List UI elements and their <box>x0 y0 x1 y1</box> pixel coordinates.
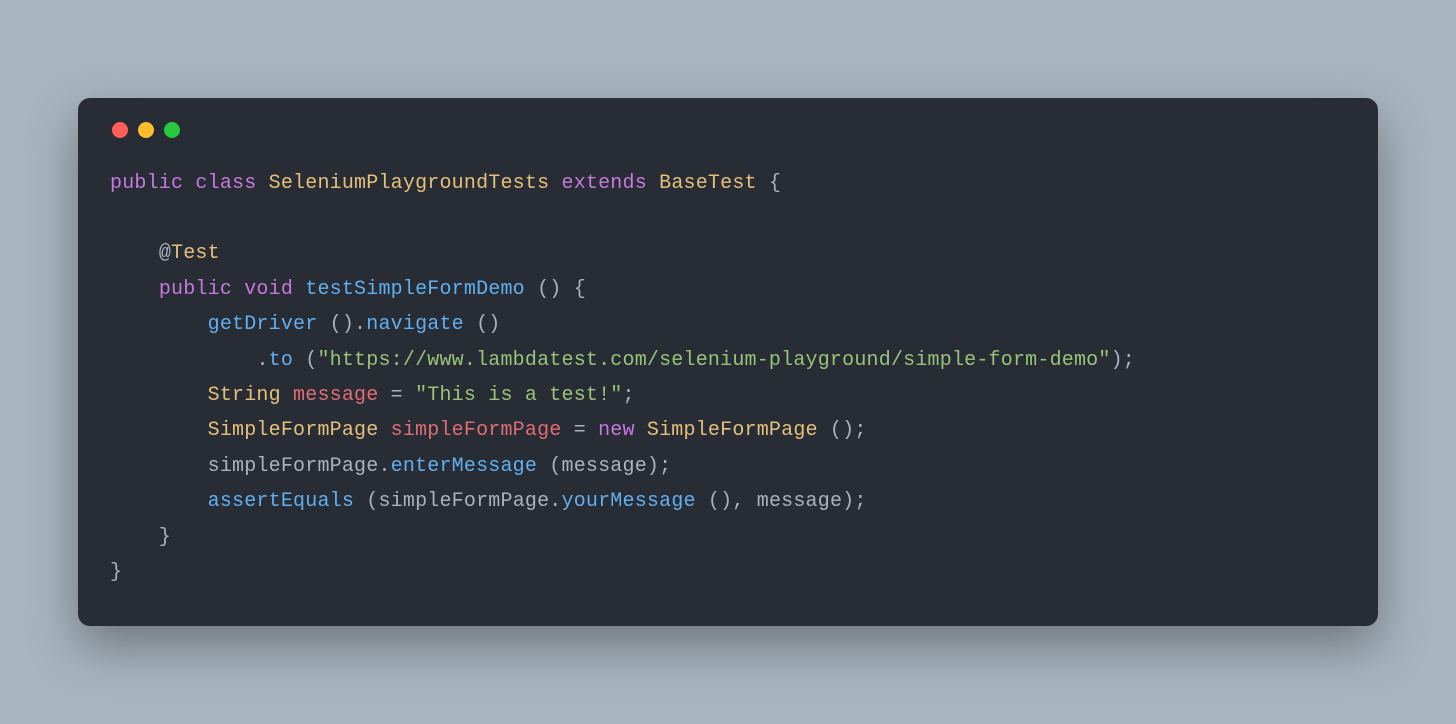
close-icon <box>112 122 128 138</box>
code-line: assertEquals (simpleFormPage.yourMessage… <box>110 490 867 513</box>
code-line: @Test <box>110 242 220 265</box>
code-line: } <box>110 526 171 549</box>
code-window: public class SeleniumPlaygroundTests ext… <box>78 98 1378 627</box>
code-line: } <box>110 561 122 584</box>
maximize-icon <box>164 122 180 138</box>
code-line: SimpleFormPage simpleFormPage = new Simp… <box>110 419 867 442</box>
code-line: .to ("https://www.lambdatest.com/seleniu… <box>110 349 1135 372</box>
code-line: String message = "This is a test!"; <box>110 384 635 407</box>
code-block: public class SeleniumPlaygroundTests ext… <box>110 166 1346 591</box>
traffic-lights <box>110 122 1346 138</box>
code-line: getDriver ().navigate () <box>110 313 501 336</box>
code-line: public void testSimpleFormDemo () { <box>110 278 586 301</box>
code-line: public class SeleniumPlaygroundTests ext… <box>110 172 781 195</box>
code-line: simpleFormPage.enterMessage (message); <box>110 455 671 478</box>
minimize-icon <box>138 122 154 138</box>
